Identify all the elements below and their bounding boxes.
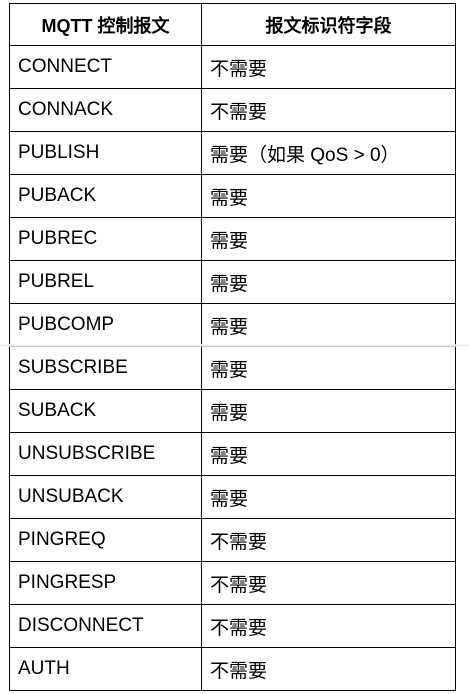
- table-row: PUBLISH 需要（如果 QoS > 0）: [9, 131, 456, 175]
- packet-name-cell: PUBACK: [9, 174, 202, 218]
- table-row: CONNACK 不需要: [9, 88, 456, 132]
- identifier-cell: 需要: [201, 260, 456, 304]
- table-row: UNSUBACK 需要: [9, 475, 456, 519]
- table-row: SUBACK 需要: [9, 389, 456, 433]
- table-row: SUBSCRIBE 需要: [9, 346, 456, 390]
- packet-name-cell: CONNACK: [9, 88, 202, 132]
- identifier-cell: 需要: [201, 346, 456, 390]
- identifier-cell: 需要: [201, 174, 456, 218]
- packet-name-cell: AUTH: [9, 647, 202, 691]
- packet-name-cell: PUBREL: [9, 260, 202, 304]
- table-row: PINGRESP 不需要: [9, 561, 456, 605]
- identifier-cell: 需要: [201, 303, 456, 347]
- packet-name-cell: UNSUBACK: [9, 475, 202, 519]
- packet-name-cell: UNSUBSCRIBE: [9, 432, 202, 476]
- table-header-row: MQTT 控制报文 报文标识符字段: [9, 3, 456, 46]
- document-page: MQTT 控制报文 报文标识符字段 CONNECT 不需要 CONNACK 不需…: [0, 0, 469, 694]
- table-row: CONNECT 不需要: [9, 45, 456, 89]
- identifier-cell: 需要（如果 QoS > 0）: [201, 131, 456, 175]
- table-row: PUBACK 需要: [9, 174, 456, 218]
- packet-name-cell: PUBCOMP: [9, 303, 202, 347]
- table-row: PUBREC 需要: [9, 217, 456, 261]
- table-row: PUBCOMP 需要: [9, 303, 456, 347]
- identifier-cell: 需要: [201, 217, 456, 261]
- table-row: AUTH 不需要: [9, 647, 456, 691]
- identifier-cell: 不需要: [201, 88, 456, 132]
- identifier-cell: 不需要: [201, 45, 456, 89]
- packet-name-cell: PINGREQ: [9, 518, 202, 562]
- table-row: DISCONNECT 不需要: [9, 604, 456, 648]
- mqtt-packet-identifier-table: MQTT 控制报文 报文标识符字段 CONNECT 不需要 CONNACK 不需…: [9, 3, 456, 691]
- table-row: PINGREQ 不需要: [9, 518, 456, 562]
- table-row: PUBREL 需要: [9, 260, 456, 304]
- packet-name-cell: SUBACK: [9, 389, 202, 433]
- identifier-cell: 不需要: [201, 604, 456, 648]
- packet-name-cell: DISCONNECT: [9, 604, 202, 648]
- packet-name-cell: PINGRESP: [9, 561, 202, 605]
- identifier-cell: 需要: [201, 475, 456, 519]
- table-row: UNSUBSCRIBE 需要: [9, 432, 456, 476]
- packet-name-cell: CONNECT: [9, 45, 202, 89]
- page-seam-divider: [0, 344, 469, 347]
- identifier-cell: 需要: [201, 432, 456, 476]
- identifier-cell: 需要: [201, 389, 456, 433]
- header-control-packet: MQTT 控制报文: [9, 3, 202, 46]
- packet-name-cell: PUBREC: [9, 217, 202, 261]
- packet-name-cell: SUBSCRIBE: [9, 346, 202, 390]
- packet-name-cell: PUBLISH: [9, 131, 202, 175]
- identifier-cell: 不需要: [201, 518, 456, 562]
- identifier-cell: 不需要: [201, 647, 456, 691]
- header-packet-identifier-field: 报文标识符字段: [201, 3, 456, 46]
- identifier-cell: 不需要: [201, 561, 456, 605]
